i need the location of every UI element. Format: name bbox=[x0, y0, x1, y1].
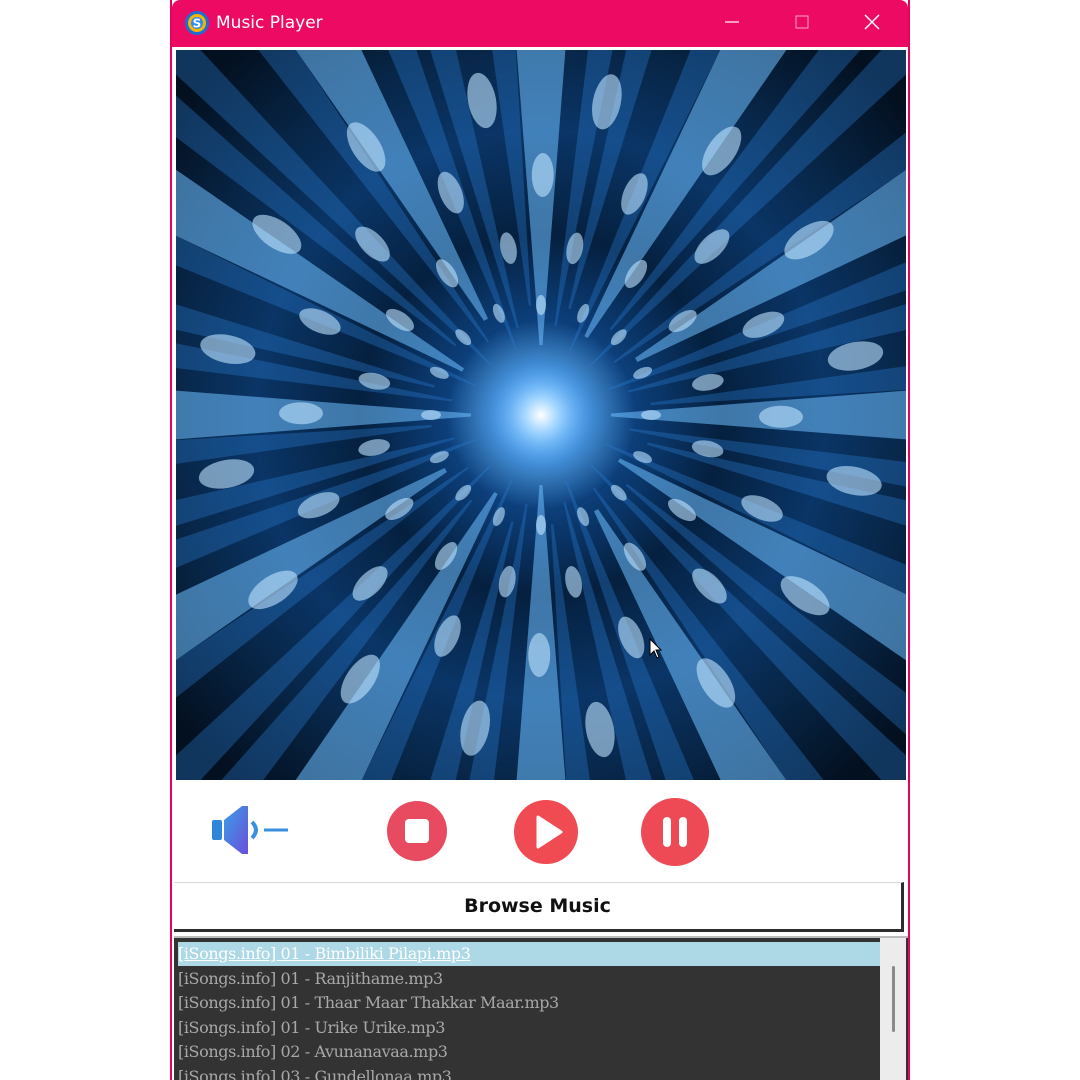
playlist-item[interactable]: [iSongs.info] 03 - Gundellonaa.mp3 bbox=[178, 1065, 880, 1080]
playlist-item[interactable]: [iSongs.info] 01 - Thaar Maar Thakkar Ma… bbox=[178, 991, 880, 1015]
title-bar[interactable]: S Music Player bbox=[172, 0, 908, 47]
stop-icon bbox=[386, 800, 448, 866]
browse-music-button[interactable]: Browse Music bbox=[174, 882, 904, 932]
maximize-icon bbox=[794, 14, 810, 34]
svg-text:S: S bbox=[193, 17, 202, 31]
playlist-item[interactable]: [iSongs.info] 02 - Avunanavaa.mp3 bbox=[178, 1040, 880, 1064]
scrollbar-thumb[interactable] bbox=[892, 966, 895, 1032]
radial-blue-light-burst-image bbox=[176, 50, 906, 780]
music-player-window: S Music Player Browse Music [iSongs.info… bbox=[170, 0, 910, 1080]
close-icon bbox=[863, 13, 881, 35]
album-artwork bbox=[176, 50, 906, 780]
light-glint bbox=[641, 410, 661, 420]
playback-controls bbox=[172, 782, 908, 882]
playlist-item[interactable]: [iSongs.info] 01 - Urike Urike.mp3 bbox=[178, 1016, 880, 1040]
stop-button[interactable] bbox=[386, 800, 448, 866]
minimize-icon bbox=[724, 14, 740, 34]
play-icon bbox=[514, 800, 578, 868]
minimize-button[interactable] bbox=[697, 0, 767, 47]
light-glint bbox=[536, 515, 546, 535]
app-logo-icon: S bbox=[184, 10, 210, 36]
pause-button[interactable] bbox=[640, 797, 710, 871]
playlist-item[interactable]: [iSongs.info] 01 - Bimbiliki Pilapi.mp3 bbox=[178, 942, 880, 966]
light-glint bbox=[421, 410, 441, 420]
volume-button[interactable] bbox=[208, 802, 292, 862]
playlist[interactable]: [iSongs.info] 01 - Bimbiliki Pilapi.mp3[… bbox=[174, 936, 908, 1080]
maximize-button[interactable] bbox=[767, 0, 837, 47]
playlist-item[interactable]: [iSongs.info] 01 - Ranjithame.mp3 bbox=[178, 967, 880, 991]
light-glint bbox=[536, 295, 546, 315]
playlist-scrollbar[interactable] bbox=[880, 938, 906, 1080]
play-button[interactable] bbox=[514, 800, 578, 868]
close-button[interactable] bbox=[837, 0, 907, 47]
volume-speaker-icon bbox=[208, 800, 292, 864]
window-title: Music Player bbox=[216, 13, 323, 33]
pause-icon bbox=[640, 797, 710, 871]
mouse-cursor-icon bbox=[649, 637, 663, 660]
